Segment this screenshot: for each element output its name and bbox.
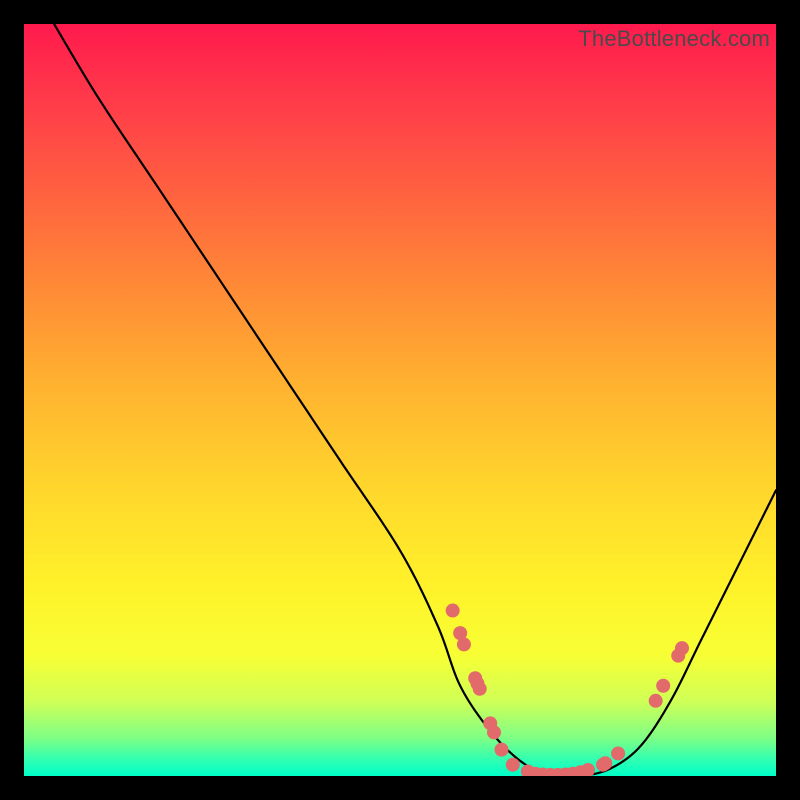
data-marker [473,682,487,696]
data-marker [495,743,509,757]
bottleneck-curve [54,24,776,776]
data-marker [487,725,501,739]
data-marker [446,604,460,618]
data-marker [581,763,595,776]
data-marker [506,758,520,772]
data-marker [656,679,670,693]
data-marker [611,746,625,760]
chart-frame: TheBottleneck.com [24,24,776,776]
bottleneck-curve-chart [24,24,776,776]
data-marker [457,637,471,651]
plot-area [24,24,776,776]
data-marker [675,641,689,655]
data-marker [598,756,612,770]
watermark-text: TheBottleneck.com [578,26,770,52]
data-marker [649,694,663,708]
data-markers [446,604,689,776]
